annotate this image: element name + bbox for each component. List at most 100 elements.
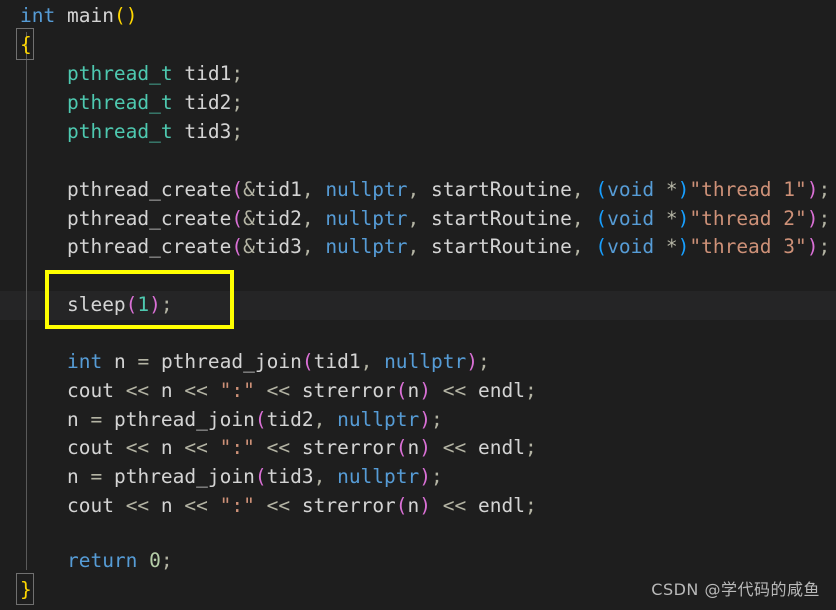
code-editor-screenshot: int main() { pthread_t tid1; pthread_t t… [0,0,836,610]
token-paren: ( [595,178,608,201]
token-star: * [665,178,678,201]
token-stream-op: << [184,436,208,459]
token-type-pthread-t: pthread_t [66,62,173,85]
token-paren: ) [419,494,432,517]
code-line-1[interactable]: int main() [0,2,836,31]
token-keyword-nullptr: nullptr [325,207,408,230]
token-keyword-nullptr: nullptr [337,408,420,431]
token-id-n: n [160,379,173,402]
token-id-tid1: tid1 [184,62,232,85]
token-comma: , [301,207,314,230]
token-fn-pthread-join: pthread_join [160,350,302,373]
token-paren: ( [254,465,267,488]
token-keyword-nullptr: nullptr [325,235,408,258]
token-id-tid2: tid2 [254,207,302,230]
token-paren: ) [419,408,432,431]
token-fn-strerror: strerror [301,494,396,517]
code-line-5[interactable]: pthread_t tid2; [0,89,836,118]
token-paren: ) [419,379,432,402]
code-line-14[interactable]: int n = pthread_join(tid1, nullptr); [0,348,836,377]
token-comma: , [407,178,420,201]
code-line-8[interactable]: pthread_create(&tid1, nullptr, startRout… [0,176,836,205]
token-paren: ) [806,235,819,258]
token-paren: ) [419,465,432,488]
token-id-startroutine: startRoutine [431,235,572,258]
token-comma: , [407,235,420,258]
token-fn-main: main [66,4,114,27]
token-semicolon: ; [160,549,173,572]
token-semicolon: ; [818,207,831,230]
token-id-endl: endl [478,436,525,459]
token-assign: = [90,465,103,488]
token-keyword-void: void [607,207,655,230]
token-id-tid2: tid2 [266,408,314,431]
token-string-thread1: "thread 1" [689,178,807,201]
token-stream-op: << [442,436,467,459]
token-paren: ) [677,207,690,230]
code-line-15[interactable]: cout << n << ":" << strerror(n) << endl; [0,377,836,406]
token-paren: ( [395,494,408,517]
token-id-startroutine: startRoutine [431,207,572,230]
token-id-tid3: tid3 [184,120,232,143]
token-address-of: & [243,207,255,230]
token-stream-op: << [125,436,150,459]
token-keyword-nullptr: nullptr [337,465,420,488]
token-id-tid3: tid3 [254,235,302,258]
code-line-6[interactable]: pthread_t tid3; [0,118,836,147]
token-string-colon: ":" [219,494,255,517]
token-stream-op: << [184,379,208,402]
token-id-startroutine: startRoutine [431,178,572,201]
token-string-colon: ":" [219,436,255,459]
token-paren: ( [231,178,244,201]
token-keyword-int: int [20,4,56,27]
token-close-brace: } [20,578,32,601]
code-line-16[interactable]: n = pthread_join(tid2, nullptr); [0,406,836,435]
token-id-n: n [113,350,126,373]
token-string-thread2: "thread 2" [689,207,807,230]
code-line-18[interactable]: n = pthread_join(tid3, nullptr); [0,463,836,492]
code-line-21[interactable]: return 0; [0,547,836,576]
token-id-n: n [66,465,79,488]
token-paren: ) [806,178,819,201]
token-paren: () [113,4,138,27]
token-paren: ) [466,350,478,373]
token-fn-pthread-create: pthread_create [66,178,232,201]
token-keyword-nullptr: nullptr [384,350,467,373]
token-string-thread3: "thread 3" [689,235,807,258]
token-comma: , [313,408,326,431]
token-paren: ( [301,350,314,373]
token-semicolon: ; [431,408,443,431]
token-number-zero: 0 [149,549,161,572]
token-comma: , [571,235,584,258]
token-stream-op: << [442,379,467,402]
token-fn-pthread-join: pthread_join [113,408,255,431]
token-keyword-nullptr: nullptr [325,178,408,201]
code-line-4[interactable]: pthread_t tid1; [0,60,836,89]
token-comma: , [571,178,584,201]
token-stream-op: << [125,494,150,517]
code-line-9[interactable]: pthread_create(&tid2, nullptr, startRout… [0,205,836,234]
token-stream-op: << [266,494,291,517]
token-fn-strerror: strerror [301,379,396,402]
token-id-endl: endl [478,379,525,402]
token-open-brace: { [20,33,32,56]
token-id-endl: endl [478,494,525,517]
token-id-tid1: tid1 [313,350,361,373]
token-paren: ) [677,235,690,258]
token-assign: = [90,408,103,431]
token-semicolon: ; [525,494,537,517]
token-semicolon: ; [231,62,244,85]
code-line-19[interactable]: cout << n << ":" << strerror(n) << endl; [0,492,836,521]
token-string-colon: ":" [219,379,255,402]
token-id-cout: cout [66,379,114,402]
token-fn-pthread-join: pthread_join [113,465,255,488]
code-line-10[interactable]: pthread_create(&tid3, nullptr, startRout… [0,233,836,262]
token-fn-pthread-create: pthread_create [66,235,232,258]
code-line-2[interactable]: { [0,31,836,60]
token-paren: ( [395,379,408,402]
token-semicolon: ; [525,379,537,402]
token-id-tid3: tid3 [266,465,314,488]
token-paren: ( [595,207,608,230]
token-keyword-return: return [66,549,138,572]
code-line-17[interactable]: cout << n << ":" << strerror(n) << endl; [0,434,836,463]
